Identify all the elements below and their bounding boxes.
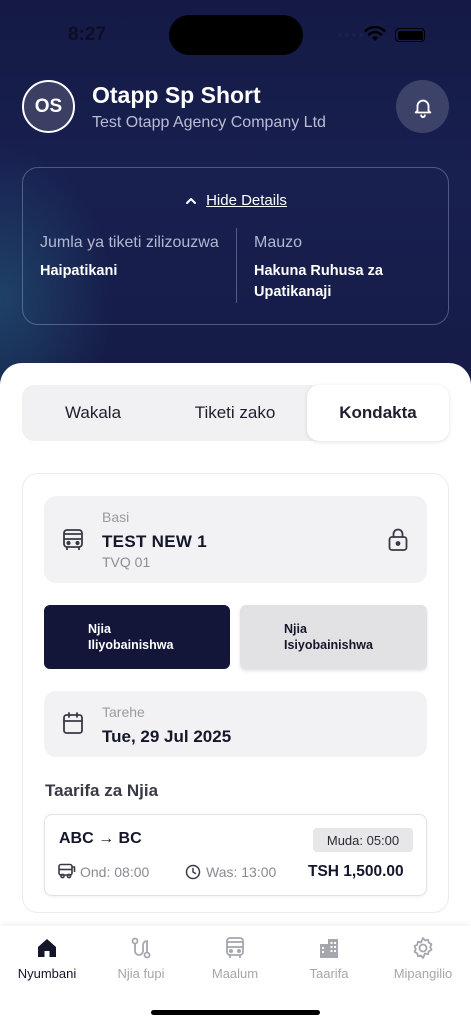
route-undefined-line2: Isiyobainishwa xyxy=(284,638,373,652)
nav-label-mipangilio: Mipangilio xyxy=(393,966,453,981)
lock-icon xyxy=(388,528,408,551)
bus-icon xyxy=(63,529,83,550)
nav-taarifa[interactable]: Taarifa xyxy=(282,936,376,981)
route-defined-button[interactable]: Njia Iliyobainishwa xyxy=(44,605,230,669)
signal-icon xyxy=(338,33,363,37)
nav-nyumbani[interactable]: Nyumbani xyxy=(0,936,94,981)
battery-icon xyxy=(395,28,425,42)
tickets-sold-stat: Jumla ya tiketi zilizouzwa Haipatikani xyxy=(40,230,230,282)
nav-mipangilio[interactable]: Mipangilio xyxy=(376,936,470,981)
notifications-button[interactable] xyxy=(396,80,449,133)
clock-icon xyxy=(185,864,201,880)
nav-label-njia-fupi: Njia fupi xyxy=(117,966,165,981)
route-info-title: Taarifa za Njia xyxy=(45,781,159,800)
bus-plate: TVQ 01 xyxy=(102,554,151,570)
wifi-icon xyxy=(364,26,386,41)
avatar[interactable]: OS xyxy=(22,80,75,133)
trip-route: ABC → BC xyxy=(59,830,142,847)
home-icon xyxy=(38,939,56,957)
trip-price: TSH 1,500.00 xyxy=(308,863,404,880)
building-icon xyxy=(320,939,338,958)
bus-label: Basi xyxy=(102,509,130,525)
nav-njia-fupi[interactable]: Njia fupi xyxy=(94,936,188,981)
stat-divider xyxy=(236,228,237,303)
nav-label-taarifa: Taarifa xyxy=(309,966,349,981)
date-value: Tue, 29 Jul 2025 xyxy=(102,727,232,746)
tab-wakala[interactable]: Wakala xyxy=(22,385,164,441)
status-time: 8:27 xyxy=(68,24,107,45)
route-defined-line2: Iliyobainishwa xyxy=(88,638,174,652)
route-defined-line1: Njia xyxy=(88,622,111,636)
departure-time: Ond: 08:00 xyxy=(80,864,150,880)
trip-card[interactable] xyxy=(44,814,427,896)
tab-bar: Wakala Tiketi zako Kondakta xyxy=(22,385,449,441)
departure-bus-icon xyxy=(58,863,76,879)
route-undefined-line1: Njia xyxy=(284,622,307,636)
tab-kondakta[interactable]: Kondakta xyxy=(307,385,449,441)
tickets-sold-label: Jumla ya tiketi zilizouzwa xyxy=(40,234,219,251)
bus-nav-icon xyxy=(226,937,244,958)
route-undefined-button[interactable]: Njia Isiyobainishwa xyxy=(240,605,427,669)
date-picker[interactable] xyxy=(44,691,427,757)
bus-name: TEST NEW 1 xyxy=(102,532,208,551)
company-name: Test Otapp Agency Company Ltd xyxy=(92,114,326,131)
tickets-sold-value: Haipatikani xyxy=(40,263,118,279)
sales-value: Hakuna Ruhusa za Upatikanaji xyxy=(254,263,383,300)
dynamic-island xyxy=(169,15,303,55)
status-bar: 8:27 xyxy=(0,0,471,60)
nav-maalum[interactable]: Maalum xyxy=(188,936,282,981)
hide-details-toggle[interactable]: Hide Details xyxy=(23,192,448,209)
nav-label-nyumbani: Nyumbani xyxy=(17,966,77,981)
bell-icon xyxy=(414,99,431,118)
sales-details-card: Hide Details Jumla ya tiketi zilizouzwa … xyxy=(22,167,449,325)
arrival-time: Was: 13:00 xyxy=(206,864,277,880)
date-label: Tarehe xyxy=(102,704,145,720)
chevron-up-icon xyxy=(186,197,197,204)
hide-details-link[interactable]: Hide Details xyxy=(206,192,287,209)
tab-tiketi-zako[interactable]: Tiketi zako xyxy=(164,385,306,441)
calendar-icon xyxy=(63,712,83,734)
sales-stat: Mauzo Hakuna Ruhusa za Upatikanaji xyxy=(254,230,444,303)
nav-label-maalum: Maalum xyxy=(211,966,259,981)
gear-icon xyxy=(413,937,433,959)
route-icon xyxy=(131,937,151,959)
user-name: Otapp Sp Short xyxy=(92,82,261,108)
duration-badge: Muda: 05:00 xyxy=(313,828,413,852)
home-indicator xyxy=(151,1010,320,1015)
sales-label: Mauzo xyxy=(254,234,303,251)
